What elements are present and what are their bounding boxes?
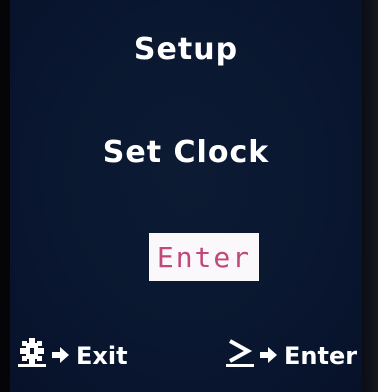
enter-hint[interactable]: Enter — [226, 338, 357, 374]
display-bezel-right — [362, 0, 378, 392]
exit-label: Exit — [76, 342, 128, 370]
enter-option-highlighted[interactable]: Enter — [149, 233, 259, 281]
lcd-screen: Setup Set Clock Enter — [10, 0, 362, 392]
greater-than-icon — [226, 338, 254, 374]
arrow-right-icon — [260, 342, 278, 370]
exit-hint[interactable]: Exit — [18, 338, 128, 374]
device-display: Setup Set Clock Enter Exit Enter — [0, 0, 378, 392]
arrow-right-icon — [52, 342, 70, 370]
enter-label: Enter — [284, 342, 358, 370]
menu-option-set-clock: Set Clock — [102, 135, 270, 170]
gear-icon — [18, 338, 46, 374]
display-bezel-left — [0, 0, 10, 392]
menu-title: Setup — [133, 32, 239, 67]
